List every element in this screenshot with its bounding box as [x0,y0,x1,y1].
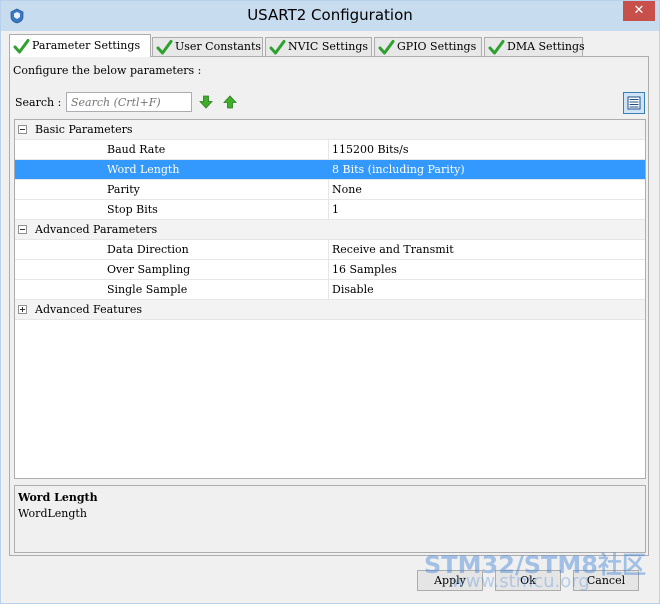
parameter-row-baud-rate[interactable]: Baud Rate 115200 Bits/s [15,140,645,160]
parameter-value[interactable]: None [332,180,362,199]
arrow-down-icon[interactable] [199,95,213,109]
parameter-value[interactable]: Receive and Transmit [332,240,454,259]
parameter-row-parity[interactable]: Parity None [15,180,645,200]
group-row-advanced-features[interactable]: Advanced Features [15,300,645,320]
checkmark-icon [488,40,505,55]
checkmark-icon [13,39,30,54]
group-label: Basic Parameters [35,123,133,136]
tab-label: GPIO Settings [397,40,477,53]
checkmark-icon [156,40,173,55]
configuration-window: USART2 Configuration ✕ Parameter Setting… [0,0,660,604]
apply-button[interactable]: Apply [417,570,483,591]
parameter-name: Data Direction [107,243,189,256]
description-title: Word Length [18,491,98,504]
group-label: Advanced Features [35,303,143,316]
list-view-button[interactable] [623,92,645,114]
tab-content-panel: Configure the below parameters : Search … [9,56,649,556]
cancel-button[interactable]: Cancel [573,570,639,591]
parameter-value[interactable]: 1 [332,200,339,219]
tab-label: NVIC Settings [288,40,369,53]
search-input[interactable] [66,92,192,112]
parameter-row-data-direction[interactable]: Data Direction Receive and Transmit [15,240,645,260]
tab-label: Parameter Settings [32,39,141,52]
tab-label: DMA Settings [507,40,585,53]
close-button[interactable]: ✕ [623,1,655,21]
tab-parameter-settings[interactable]: Parameter Settings [9,34,151,57]
parameter-row-over-sampling[interactable]: Over Sampling 16 Samples [15,260,645,280]
parameter-row-stop-bits[interactable]: Stop Bits 1 [15,200,645,220]
tab-gpio-settings[interactable]: GPIO Settings [374,37,482,56]
column-divider [328,260,329,279]
collapse-icon[interactable] [18,225,27,234]
parameter-name: Over Sampling [107,263,191,276]
list-view-icon [627,96,641,110]
column-divider [328,200,329,219]
parameter-name: Stop Bits [107,203,158,216]
column-divider [328,160,329,179]
column-divider [328,180,329,199]
parameter-name: Parity [107,183,140,196]
tab-user-constants[interactable]: User Constants [152,37,263,56]
description-panel: Word Length WordLength [14,485,646,553]
arrow-up-icon[interactable] [223,95,237,109]
group-row-basic-parameters[interactable]: Basic Parameters [15,120,645,140]
parameter-name: Baud Rate [107,143,166,156]
parameter-grid: Basic Parameters Baud Rate 115200 Bits/s… [14,119,646,479]
tab-nvic-settings[interactable]: NVIC Settings [265,37,372,56]
window-title: USART2 Configuration [247,6,413,24]
expand-icon[interactable] [18,305,27,314]
column-divider [328,240,329,259]
search-label: Search : [15,96,62,109]
group-row-advanced-parameters[interactable]: Advanced Parameters [15,220,645,240]
collapse-icon[interactable] [18,125,27,134]
ok-button[interactable]: Ok [495,570,561,591]
parameter-value[interactable]: 8 Bits (including Parity) [332,160,465,179]
tab-dma-settings[interactable]: DMA Settings [484,37,585,56]
tab-label: User Constants [175,40,262,53]
parameter-name: Single Sample [107,283,188,296]
parameter-name: Word Length [107,163,180,176]
column-divider [328,140,329,159]
parameter-value[interactable]: 16 Samples [332,260,397,279]
checkmark-icon [378,40,395,55]
column-divider [328,280,329,299]
group-label: Advanced Parameters [35,223,158,236]
parameter-row-single-sample[interactable]: Single Sample Disable [15,280,645,300]
parameter-row-word-length[interactable]: Word Length 8 Bits (including Parity) [15,160,645,180]
description-text: WordLength [18,507,87,520]
configure-instruction: Configure the below parameters : [13,64,202,77]
title-bar[interactable]: USART2 Configuration ✕ [1,1,659,31]
parameter-value[interactable]: Disable [332,280,374,299]
parameter-value[interactable]: 115200 Bits/s [332,140,409,159]
checkmark-icon [269,40,286,55]
